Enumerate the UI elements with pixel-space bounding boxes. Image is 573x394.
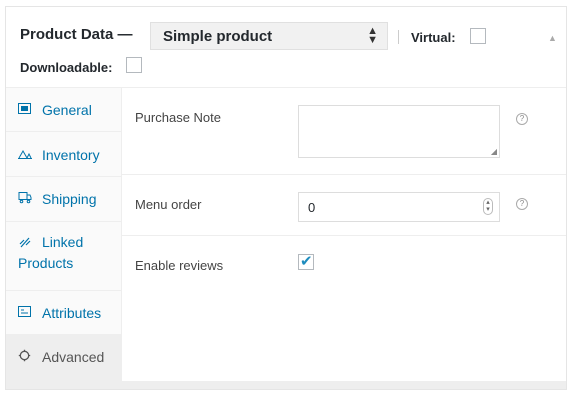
checkmark-icon: ✔ [300,253,313,270]
tab-label-shipping: Shipping [42,191,97,207]
resize-handle-icon[interactable]: ◢ [491,147,497,156]
virtual-label: Virtual: [411,30,456,45]
select-arrows-icon: ▲ ▼ [367,25,378,46]
menu-order-value: 0 [308,200,316,215]
product-data-tabs: General Inventory Shipping Linked Produc… [6,88,122,381]
tab-label-general: General [42,102,92,118]
tab-inventory[interactable]: Inventory [6,132,121,177]
row-divider [122,235,566,236]
number-spinner-icon[interactable]: ▴ ▾ [483,198,493,215]
panel-footer [6,381,566,389]
attributes-icon [18,305,31,320]
tab-linked-products[interactable]: Linked Products [6,222,121,291]
menu-order-label: Menu order [135,197,202,212]
purchase-note-label: Purchase Note [135,110,221,125]
panel-title: Product Data — [20,26,133,43]
general-icon [18,102,31,117]
tab-label-advanced: Advanced [42,349,105,365]
linked-products-icon [18,236,32,252]
product-data-panel: Product Data — Simple product ▲ ▼ Virtual… [5,6,567,390]
purchase-note-help-icon[interactable]: ? [516,113,528,125]
panel-toggle-icon[interactable]: ▲ [548,33,557,43]
purchase-note-textarea[interactable]: ◢ [298,105,500,158]
menu-order-help-icon[interactable]: ? [516,198,528,210]
enable-reviews-label: Enable reviews [135,258,224,273]
advanced-icon [18,349,31,365]
tab-label-attributes: Attributes [42,305,102,321]
header-divider [398,30,399,44]
enable-reviews-checkbox[interactable]: ✔ [298,253,314,270]
tab-attributes[interactable]: Attributes [6,291,121,335]
tab-label-products: Products [18,255,74,271]
downloadable-label: Downloadable: [20,60,113,75]
shipping-icon [18,191,32,207]
tab-label-linked: Linked [42,234,84,250]
tab-general[interactable]: General [6,88,121,132]
product-type-value: Simple product [163,28,273,45]
inventory-icon [18,147,32,162]
tab-label-inventory: Inventory [42,147,100,163]
product-type-select[interactable]: Simple product ▲ ▼ [150,22,388,50]
panel-header: Product Data — Simple product ▲ ▼ Virtual… [6,7,566,88]
tab-advanced[interactable]: Advanced [6,335,121,381]
virtual-checkbox[interactable] [470,28,486,44]
row-divider [122,174,566,175]
menu-order-input[interactable]: 0 ▴ ▾ [298,192,500,222]
tab-shipping[interactable]: Shipping [6,177,121,222]
downloadable-checkbox[interactable] [126,57,142,73]
